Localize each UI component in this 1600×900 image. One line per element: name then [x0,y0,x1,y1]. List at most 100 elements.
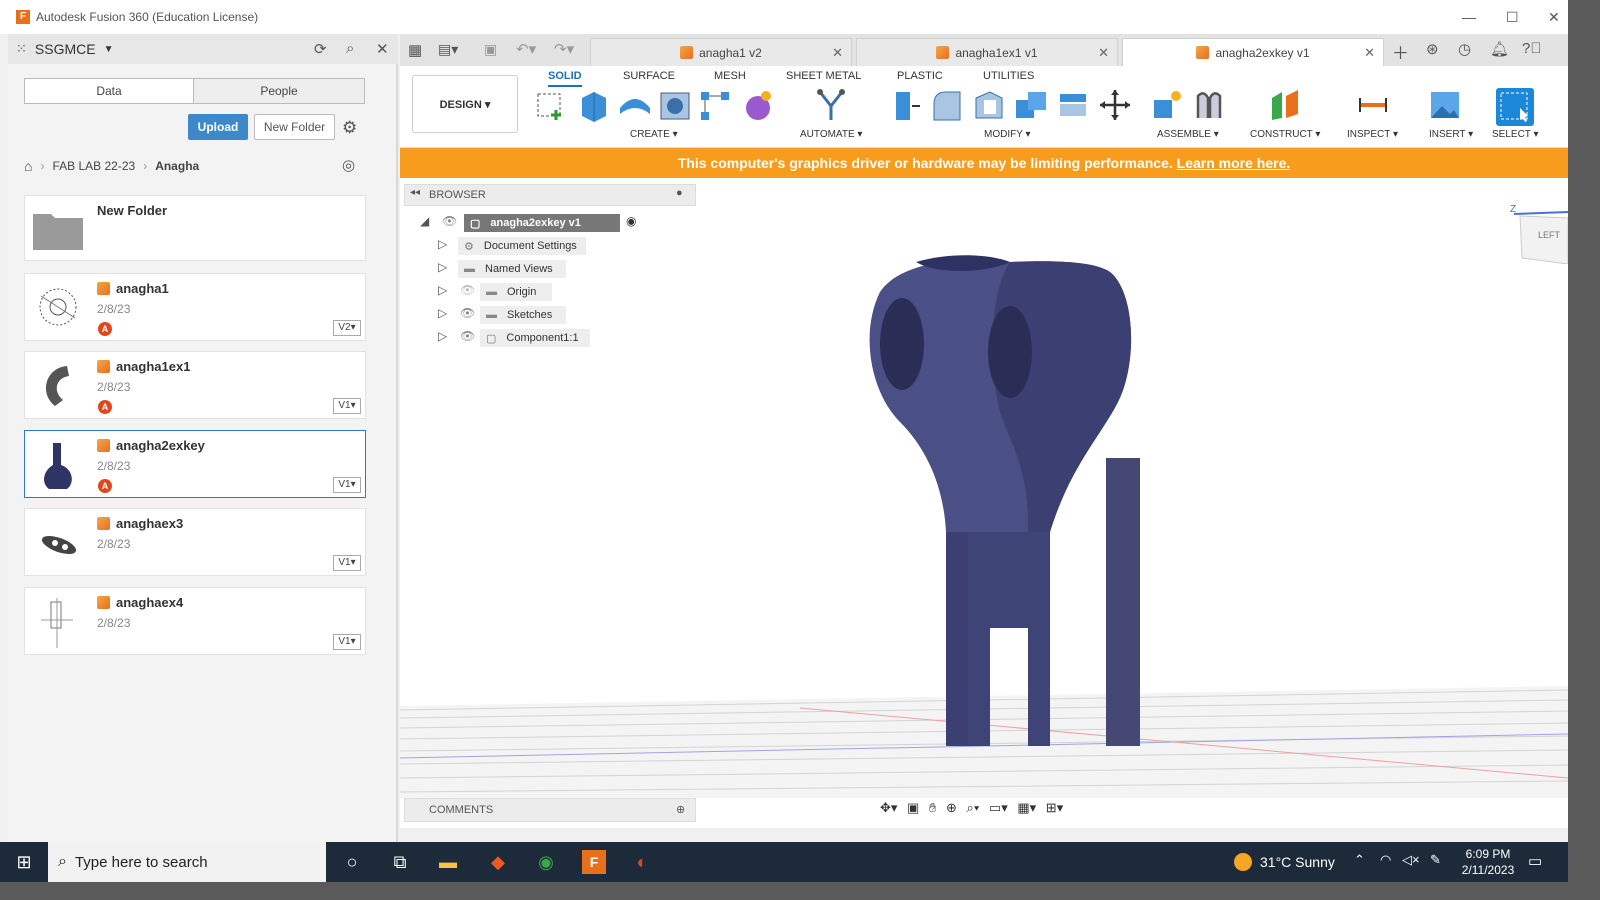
undo-icon[interactable]: ↶▾ [516,40,536,58]
version-dropdown[interactable]: V1▾ [333,477,361,493]
system-clock[interactable]: 6:09 PM 2/11/2023 [1452,846,1524,878]
list-item-selected[interactable]: anagha2exkey 2/8/23 A V1▾ [24,430,366,498]
new-tab-icon[interactable]: ＋ [1392,39,1409,64]
job-status-icon[interactable]: ◷ [1458,40,1471,58]
version-dropdown[interactable]: V1▾ [333,398,361,414]
notifications-icon[interactable]: 🔔︎ [1490,40,1509,58]
insert-image-icon[interactable] [1428,88,1462,122]
visibility-eye-icon[interactable]: 👁︎ [442,214,457,228]
pattern-icon[interactable] [698,88,732,122]
grid-menu-icon[interactable]: ▦ [408,41,422,59]
automate-icon[interactable] [814,88,848,122]
version-dropdown[interactable]: V1▾ [333,555,361,571]
offset-face-icon[interactable] [1056,88,1090,122]
zoom-icon[interactable]: ⊕ [946,800,957,815]
grid-settings-icon[interactable]: ▦▾ [1017,800,1036,815]
fillet-icon[interactable] [930,88,964,122]
chevron-down-icon[interactable]: ▼ [104,44,114,55]
close-tab-icon[interactable]: ✕ [832,45,843,61]
viewports-icon[interactable]: ⊞▾ [1046,800,1063,815]
close-panel-icon[interactable]: ✕ [376,40,389,58]
tree-root[interactable]: ▢ anagha2exkey v1 [464,214,620,232]
pen-icon[interactable]: ✎ [1430,852,1441,868]
tab-anagha1ex1[interactable]: anagha1ex1 v1 ✕ [856,38,1118,66]
home-icon[interactable]: ⌂ [24,158,32,174]
tab-plastic[interactable]: PLASTIC [897,70,943,82]
group-inspect[interactable]: INSPECT ▾ [1347,129,1398,140]
fusion360-taskbar-icon[interactable]: F [582,850,606,874]
extensions-icon[interactable]: ⊛ [1426,40,1439,58]
expand-triangle-icon[interactable]: ▷ [438,329,447,343]
tree-node-named-views[interactable]: ▬ Named Views [458,260,566,278]
tab-utilities[interactable]: UTILITIES [983,70,1034,82]
tab-sheet-metal[interactable]: SHEET METAL [786,70,861,82]
view-cube-face-label[interactable]: LEFT [1538,230,1560,240]
tree-node-component[interactable]: ▢ Component1:1 [480,329,590,347]
brave-browser-icon[interactable]: ◆ [486,850,510,874]
group-select[interactable]: SELECT ▾ [1492,129,1539,140]
display-settings-icon[interactable]: ▭▾ [989,800,1008,815]
learn-more-link[interactable]: Learn more here. [1177,155,1291,171]
file-menu-icon[interactable]: ▤▾ [438,41,458,58]
tab-mesh[interactable]: MESH [714,70,746,82]
expand-triangle-icon[interactable]: ▷ [438,306,447,320]
save-icon[interactable]: ▣ [484,41,497,58]
collapse-panel-icon[interactable]: ◂◂ [410,187,420,198]
new-folder-button[interactable]: New Folder [254,114,335,140]
globe-icon[interactable]: ◎ [342,156,355,174]
pan-icon[interactable]: ✋︎ [929,800,936,815]
add-comment-icon[interactable]: ⊕ [676,803,685,816]
tab-people[interactable]: People [193,78,365,104]
hole-icon[interactable] [658,88,692,122]
notification-center-icon[interactable]: ▭ [1528,852,1542,870]
wifi-icon[interactable]: ◠ [1380,852,1391,868]
version-dropdown[interactable]: V1▾ [333,634,361,650]
breadcrumb-project[interactable]: FAB LAB 22-23 [52,159,135,173]
revolve-icon[interactable] [618,88,652,122]
tab-surface[interactable]: SURFACE [623,70,675,82]
comments-panel[interactable]: COMMENTS [404,798,696,822]
expand-triangle-icon[interactable]: ▷ [438,260,447,274]
refresh-icon[interactable]: ⟳ [314,40,327,58]
extrude-icon[interactable] [576,88,610,122]
group-insert[interactable]: INSERT ▾ [1429,129,1473,140]
combine-icon[interactable] [1014,88,1048,122]
visibility-eye-icon[interactable]: 👁︎ [460,306,475,320]
version-dropdown[interactable]: V2▾ [333,320,361,336]
collapse-triangle-icon[interactable]: ◢ [420,214,429,228]
group-assemble[interactable]: ASSEMBLE ▾ [1157,129,1219,140]
help-icon[interactable]: ?⃝ [1522,40,1542,57]
shell-icon[interactable] [972,88,1006,122]
file-explorer-icon[interactable]: ▬ [436,850,460,874]
offset-plane-icon[interactable] [1268,88,1302,122]
weather-widget[interactable]: 31°C Sunny [1234,842,1335,882]
activate-radio-icon[interactable]: ◉ [626,214,636,228]
move-icon[interactable] [1098,88,1132,122]
group-automate[interactable]: AUTOMATE ▾ [800,129,862,140]
minimize-browser-icon[interactable]: ● [676,187,683,199]
view-cube[interactable]: Z LEFT [1510,204,1568,265]
minimize-icon[interactable]: — [1462,9,1476,25]
redo-icon[interactable]: ↷▾ [554,40,574,58]
breadcrumb-folder[interactable]: Anagha [155,159,199,173]
group-construct[interactable]: CONSTRUCT ▾ [1250,129,1320,140]
group-create[interactable]: CREATE ▾ [630,129,678,140]
close-tab-icon[interactable]: ✕ [1364,45,1375,61]
group-modify[interactable]: MODIFY ▾ [984,129,1031,140]
gear-icon[interactable]: ⚙ [342,118,357,138]
workspace-switcher[interactable]: DESIGN ▾ [412,75,518,133]
close-tab-icon[interactable]: ✕ [1098,45,1109,61]
tree-node-origin[interactable]: ▬ Origin [480,283,552,301]
new-component-icon[interactable] [1150,88,1184,122]
expand-triangle-icon[interactable]: ▷ [438,237,447,251]
press-pull-icon[interactable] [888,88,922,122]
orbit-icon[interactable]: ✥▾ [880,800,897,815]
list-item[interactable]: anaghaex3 2/8/23 V1▾ [24,508,366,576]
cortana-icon[interactable]: ○ [340,850,364,874]
look-at-icon[interactable]: ▣ [907,800,919,815]
task-view-icon[interactable]: ⧉ [388,850,412,874]
close-window-icon[interactable]: ✕ [1548,9,1560,26]
list-item[interactable]: anaghaex4 2/8/23 V1▾ [24,587,366,655]
hidden-eye-icon[interactable]: 👁︎ [460,283,475,297]
form-icon[interactable] [740,88,774,122]
